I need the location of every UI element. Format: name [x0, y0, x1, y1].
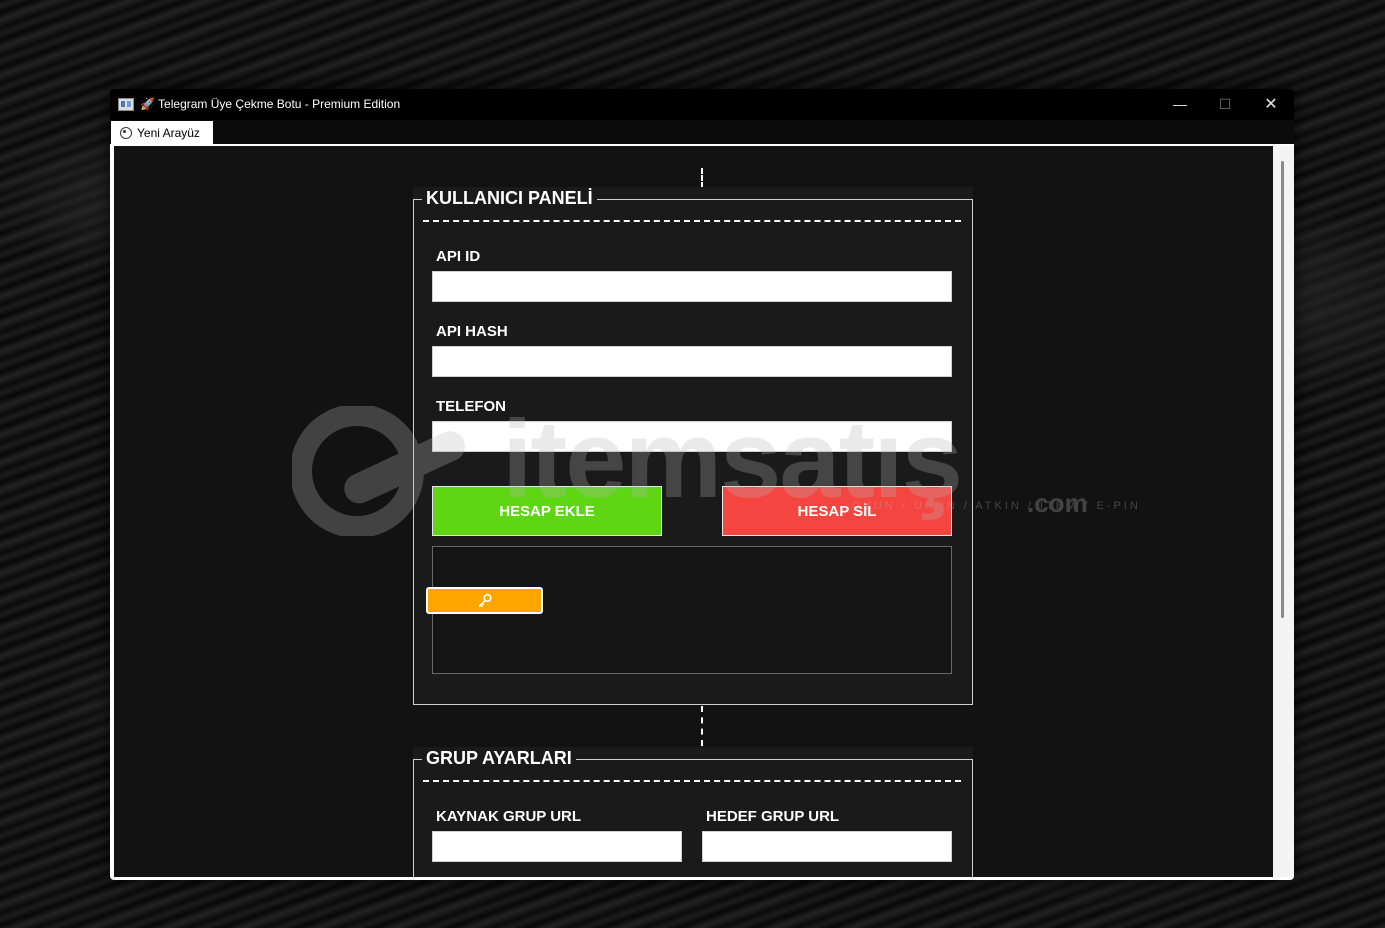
- panel-divider: [423, 780, 961, 782]
- vertical-scrollbar[interactable]: [1273, 146, 1294, 877]
- scrollbar-thumb[interactable]: [1281, 161, 1284, 618]
- target-group-label: HEDEF GRUP URL: [706, 808, 840, 825]
- panel-divider: [423, 220, 961, 222]
- api-id-label: API ID: [436, 248, 481, 265]
- content-frame: KULLANICI PANELİ API ID API HASH TELEFON…: [110, 144, 1294, 880]
- api-id-input[interactable]: [432, 271, 952, 302]
- tab-label: Yeni Arayüz: [137, 126, 200, 140]
- app-window: 🚀 Telegram Üye Çekme Botu - Premium Edit…: [110, 89, 1294, 880]
- close-button[interactable]: ✕: [1248, 89, 1294, 120]
- tab-bar: Yeni Arayüz: [110, 120, 1294, 145]
- key-icon: [477, 593, 492, 607]
- app-icon: [118, 98, 134, 111]
- user-panel: KULLANICI PANELİ API ID API HASH TELEFON…: [413, 187, 973, 705]
- connector-line: [701, 168, 703, 188]
- watermark-domain: .com: [1027, 488, 1088, 518]
- api-hash-label: API HASH: [436, 323, 508, 340]
- maximize-button[interactable]: ☐: [1202, 89, 1248, 120]
- phone-input[interactable]: [432, 421, 952, 452]
- title-bar: 🚀 Telegram Üye Çekme Botu - Premium Edit…: [110, 89, 1294, 120]
- phone-label: TELEFON: [436, 398, 506, 415]
- minimize-button[interactable]: —: [1157, 89, 1203, 120]
- palette-icon: [120, 127, 132, 139]
- user-panel-title: KULLANICI PANELİ: [422, 188, 597, 209]
- window-title: 🚀 Telegram Üye Çekme Botu - Premium Edit…: [140, 97, 401, 111]
- target-group-input[interactable]: [702, 831, 952, 862]
- group-panel: GRUP AYARLARI KAYNAK GRUP URL HEDEF GRUP…: [413, 747, 973, 877]
- source-group-label: KAYNAK GRUP URL: [436, 808, 582, 825]
- source-group-input[interactable]: [432, 831, 682, 862]
- scroll-content: KULLANICI PANELİ API ID API HASH TELEFON…: [114, 146, 1273, 877]
- api-hash-input[interactable]: [432, 346, 952, 377]
- key-button[interactable]: [426, 587, 543, 614]
- tab-yeni-arayuz[interactable]: Yeni Arayüz: [111, 121, 213, 145]
- group-panel-title: GRUP AYARLARI: [422, 748, 576, 769]
- add-account-button[interactable]: HESAP EKLE: [432, 486, 662, 536]
- connector-line: [701, 706, 703, 746]
- delete-account-button[interactable]: HESAP SİL: [722, 486, 952, 536]
